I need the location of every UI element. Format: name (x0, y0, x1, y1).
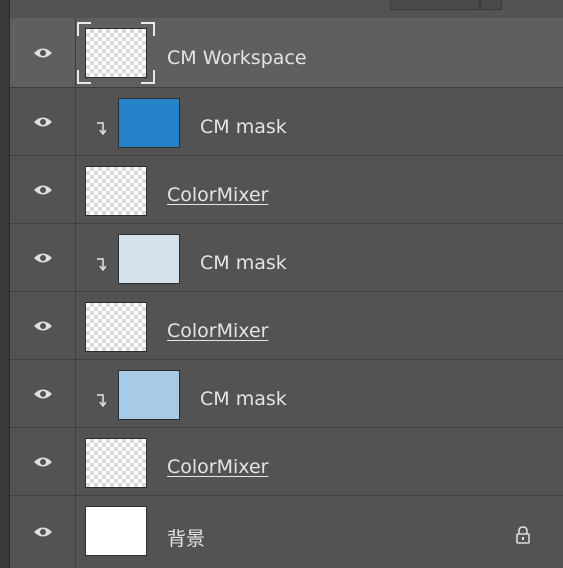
layer-thumbnail[interactable] (85, 166, 147, 216)
panel-top-strip (10, 0, 563, 18)
layer-thumbnail[interactable] (85, 506, 147, 556)
layer-name[interactable]: CM mask (200, 252, 287, 274)
layer-row-cm-mask-1[interactable]: CM mask (10, 88, 563, 156)
layer-name[interactable]: CM mask (200, 388, 287, 410)
visibility-toggle[interactable] (10, 18, 76, 87)
visibility-toggle[interactable] (10, 292, 76, 359)
lock-icon[interactable] (515, 526, 531, 544)
eye-icon (33, 457, 52, 466)
visibility-toggle[interactable] (10, 428, 76, 495)
layer-row-cm-workspace[interactable]: CM Workspace (10, 18, 563, 88)
top-tab[interactable] (390, 0, 480, 10)
eye-icon (33, 48, 52, 57)
eye-icon (33, 253, 52, 262)
panel-left-edge (0, 0, 10, 568)
eye-icon (33, 117, 52, 126)
eye-icon (33, 389, 52, 398)
layer-thumbnail[interactable] (85, 438, 147, 488)
layer-thumbnail[interactable] (85, 28, 147, 78)
layer-row-cm-mask-2[interactable]: CM mask (10, 224, 563, 292)
visibility-toggle[interactable] (10, 360, 76, 427)
layer-row-background[interactable]: 背景 (10, 496, 563, 568)
layer-name[interactable]: ColorMixer (167, 184, 268, 206)
layer-thumbnail[interactable] (118, 98, 180, 148)
layer-thumbnail[interactable] (118, 234, 180, 284)
layer-row-colormixer-3[interactable]: ColorMixer (10, 428, 563, 496)
visibility-toggle[interactable] (10, 224, 76, 291)
layer-row-colormixer-2[interactable]: ColorMixer (10, 292, 563, 360)
layer-name[interactable]: CM mask (200, 116, 287, 138)
layer-name[interactable]: ColorMixer (167, 456, 268, 478)
visibility-toggle[interactable] (10, 88, 76, 155)
eye-icon (33, 527, 52, 537)
visibility-toggle[interactable] (10, 496, 76, 568)
clipping-arrow-icon (97, 394, 106, 408)
eye-icon (33, 185, 52, 194)
clipping-arrow-icon (97, 258, 106, 272)
layer-list: CM Workspace CM mask ColorMixer CM mask … (10, 18, 563, 568)
clipping-arrow-icon (97, 122, 106, 136)
layer-row-colormixer-1[interactable]: ColorMixer (10, 156, 563, 224)
layer-name[interactable]: CM Workspace (167, 47, 307, 69)
layer-thumbnail[interactable] (118, 370, 180, 420)
layer-thumbnail[interactable] (85, 302, 147, 352)
top-tab-small[interactable] (480, 0, 502, 10)
visibility-toggle[interactable] (10, 156, 76, 223)
layer-name[interactable]: 背景 (167, 524, 205, 551)
layer-row-cm-mask-3[interactable]: CM mask (10, 360, 563, 428)
eye-icon (33, 321, 52, 330)
layer-name[interactable]: ColorMixer (167, 320, 268, 342)
layers-panel: CM Workspace CM mask ColorMixer CM mask … (0, 0, 563, 568)
